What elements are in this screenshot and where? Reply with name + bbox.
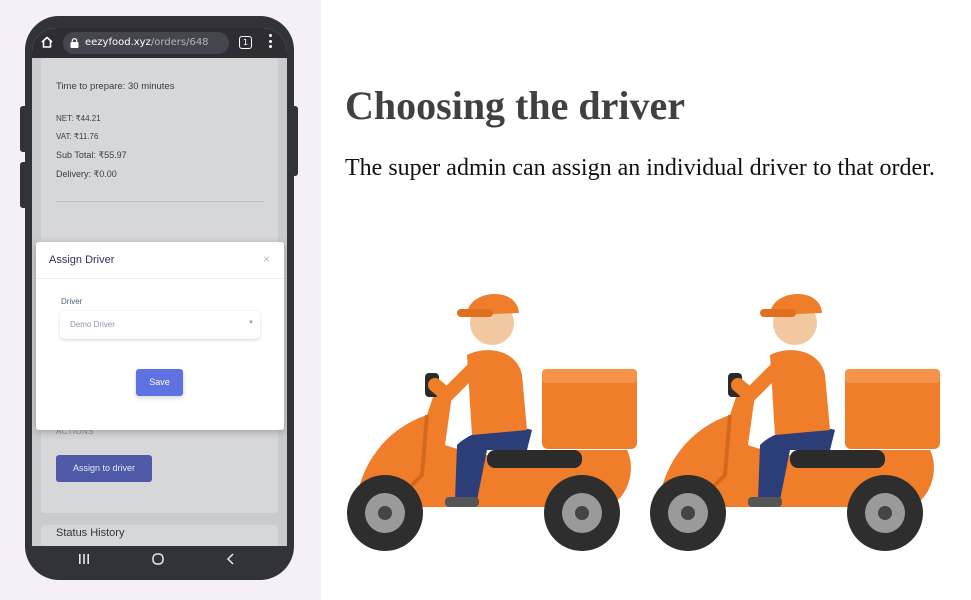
browser-menu-icon[interactable] [267,34,273,50]
net-amount: NET: ₹44.21 [56,114,101,123]
chevron-down-icon: ▼ [248,320,254,326]
driver-select[interactable]: Demo Driver ▼ [60,311,260,339]
slide-title: Choosing the driver [345,83,685,128]
home-nav-icon[interactable] [151,552,165,566]
prepare-time: Time to prepare: 30 minutes [56,81,175,92]
url-field[interactable]: eezyfood.xyz/orders/648 [63,32,229,54]
driver-label: Driver [61,297,83,306]
recent-apps-icon[interactable] [77,552,91,566]
assign-driver-modal: Assign Driver × Driver Demo Driver ▼ Sav… [36,242,284,430]
driver-select-value: Demo Driver [70,320,115,329]
delivery-amount: Delivery: ₹0.00 [56,169,117,179]
url-text: eezyfood.xyz/orders/648 [85,36,209,50]
status-history-title: Status History [56,527,125,539]
back-icon[interactable] [224,552,238,566]
divider [56,201,264,202]
assign-to-driver-button[interactable]: Assign to driver [56,455,152,482]
close-icon[interactable]: × [263,252,270,266]
tab-switcher-button[interactable]: 1 [239,36,252,49]
phone-mockup: eezyfood.xyz/orders/648 1 Time to prepar… [25,16,294,580]
modal-title: Assign Driver [49,254,115,266]
slide-description: The super admin can assign an individual… [345,155,935,181]
lock-icon [70,38,79,48]
phone-screen: eezyfood.xyz/orders/648 1 Time to prepar… [32,28,287,561]
browser-address-bar: eezyfood.xyz/orders/648 1 [32,28,287,58]
vat-amount: VAT: ₹11.76 [56,132,99,141]
subtotal-amount: Sub Total: ₹55.97 [56,150,127,160]
delivery-riders-illustration [322,245,942,575]
url-path: /orders/648 [150,37,209,48]
url-domain: eezyfood.xyz [85,37,151,48]
modal-header: Assign Driver × [36,242,284,279]
order-page: Time to prepare: 30 minutes NET: ₹44.21 … [32,58,287,546]
home-icon[interactable] [40,35,54,49]
save-button[interactable]: Save [136,369,183,396]
